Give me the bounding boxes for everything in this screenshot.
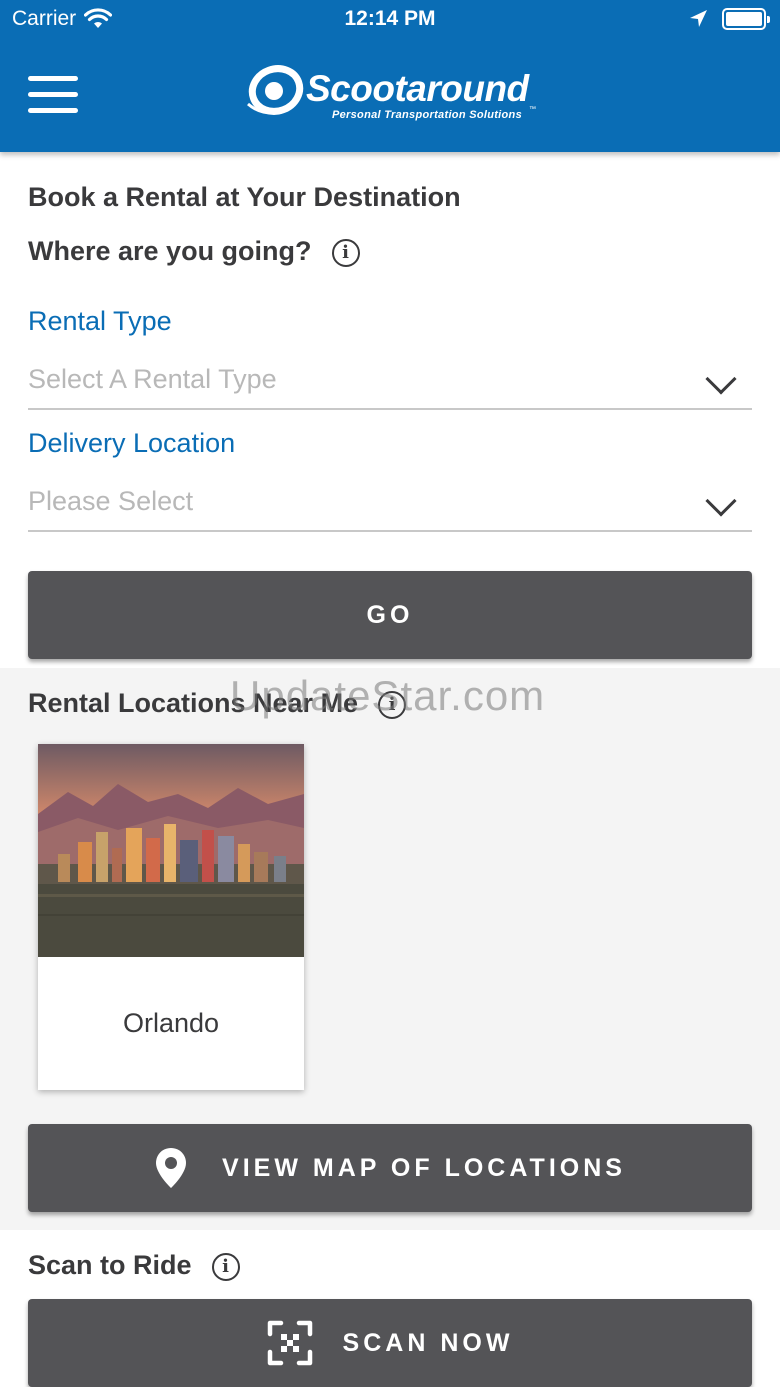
location-card[interactable]: Orlando: [38, 744, 304, 1090]
nearby-locations-section: Rental Locations Near Me i Orlando VIEW …: [0, 668, 780, 1230]
watermark: UpdateStar.com: [230, 672, 546, 719]
go-button-label: GO: [366, 600, 414, 629]
city-skyline-image: [38, 744, 304, 957]
scootaround-logo: Scootaround Personal Transportation Solu…: [244, 62, 544, 124]
logo-wordmark: Scootaround: [306, 68, 529, 109]
map-pin-icon: [156, 1148, 187, 1188]
chevron-down-icon: [705, 363, 737, 395]
menu-button[interactable]: [28, 76, 78, 114]
chevron-down-icon: [705, 485, 737, 517]
logo-tagline: Personal Transportation Solutions: [332, 109, 522, 121]
info-icon[interactable]: i: [211, 1252, 240, 1281]
clock: 12:14 PM: [344, 7, 436, 30]
scan-title-label: Scan to Ride: [28, 1250, 192, 1280]
location-card-name: Orlando: [122, 1008, 220, 1038]
qr-scan-icon: [267, 1320, 312, 1366]
go-button[interactable]: GO: [28, 571, 752, 659]
booking-section: Book a Rental at Your Destination Where …: [0, 152, 780, 668]
info-icon[interactable]: i: [331, 238, 360, 267]
logo-trademark: ™: [529, 106, 536, 113]
battery-icon: [722, 8, 770, 30]
scan-now-button[interactable]: SCAN NOW: [28, 1299, 752, 1387]
location-arrow-icon: [690, 10, 707, 27]
view-map-button[interactable]: VIEW MAP OF LOCATIONS: [28, 1124, 752, 1212]
menu-line-icon: [28, 108, 78, 113]
rental-type-select[interactable]: Select A Rental Type: [28, 354, 752, 410]
rental-type-label: Rental Type: [28, 306, 172, 336]
destination-question-label: Where are you going?: [28, 236, 312, 266]
logo-swirl-icon: [247, 65, 304, 115]
menu-line-icon: [28, 76, 78, 81]
scan-title: Scan to Ride i: [28, 1250, 240, 1281]
app-header: Carrier 12:14 PM Scootaround Personal Tr…: [0, 0, 780, 152]
destination-question: Where are you going? i: [28, 236, 360, 267]
booking-title: Book a Rental at Your Destination: [28, 182, 461, 212]
skyline-illustration: [38, 744, 304, 957]
delivery-location-label: Delivery Location: [28, 428, 236, 458]
status-right: [688, 8, 770, 30]
rental-type-placeholder: Select A Rental Type: [28, 364, 277, 394]
menu-line-icon: [28, 92, 78, 97]
delivery-location-placeholder: Please Select: [28, 486, 194, 516]
delivery-location-select[interactable]: Please Select: [28, 476, 752, 532]
status-bar: Carrier 12:14 PM: [0, 0, 780, 40]
scan-now-label: SCAN NOW: [342, 1328, 514, 1357]
view-map-label: VIEW MAP OF LOCATIONS: [222, 1153, 626, 1182]
scan-section: Scan to Ride i SCAN NOW: [0, 1230, 780, 1387]
